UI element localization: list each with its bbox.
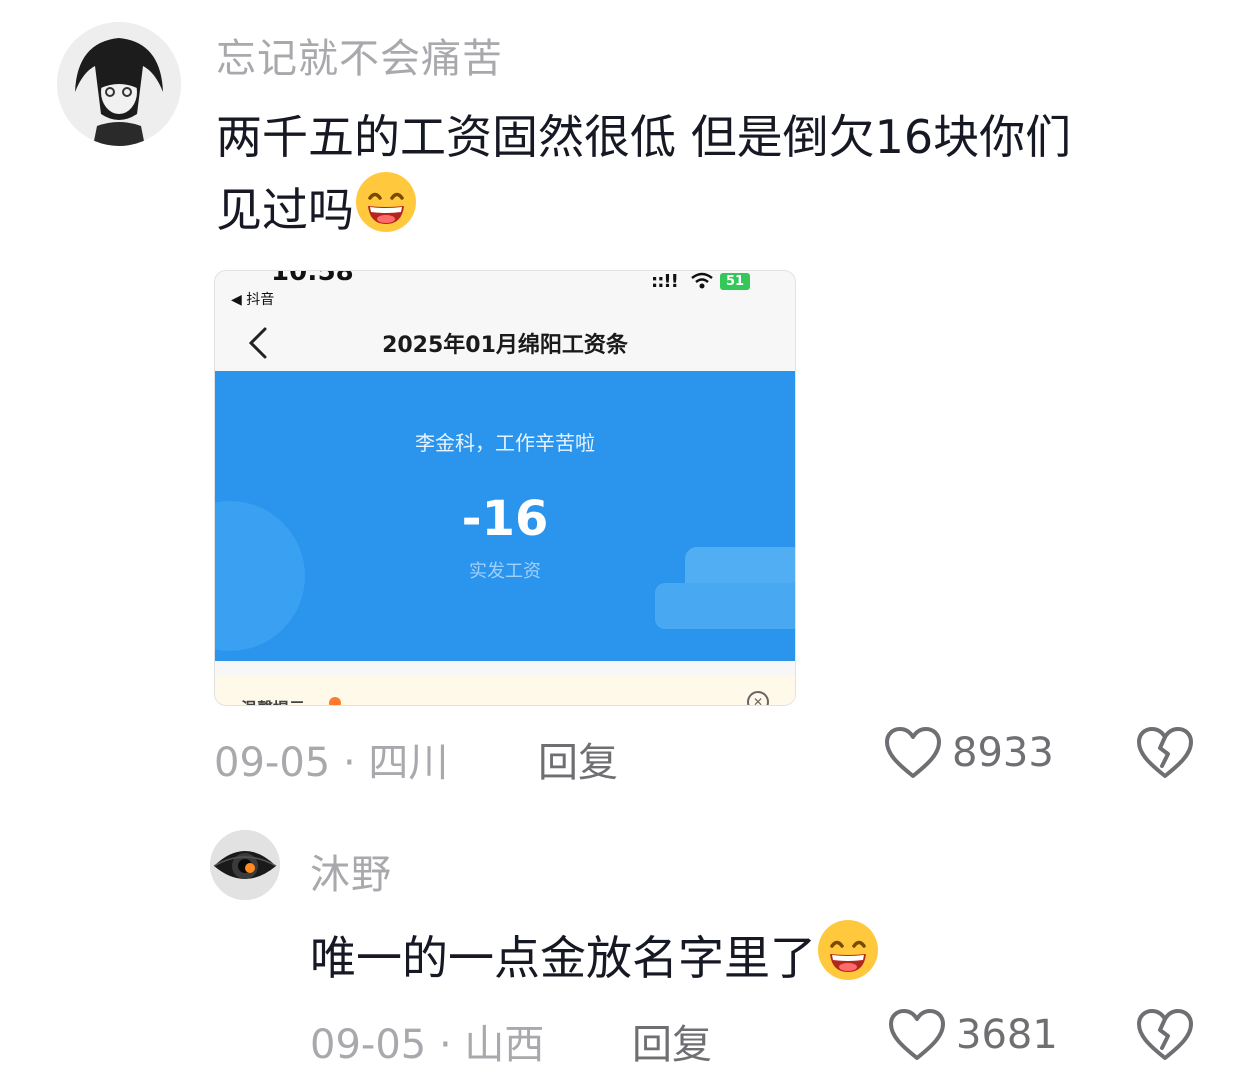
payslip-amount-label: 实发工资	[469, 561, 541, 582]
comment-meta: 09-05 · 山西	[310, 1012, 544, 1070]
signal-icon: ::!!	[651, 271, 679, 292]
embedded-image[interactable]: 10:58 ◀ 抖音 ::!! 51 2025年01月绵阳工资条 李金科，工作辛…	[214, 270, 796, 706]
dislike-button[interactable]	[1136, 1008, 1194, 1062]
close-icon: ✕	[747, 691, 769, 705]
comment-text-body: 唯一的一点金放名字里了	[310, 931, 816, 985]
comment-date: 09-05	[214, 740, 331, 786]
like-button[interactable]	[888, 1008, 946, 1062]
comment-text: 两千五的工资固然很低 但是倒欠16块你们 见过吗	[216, 104, 1196, 243]
comment-text: 唯一的一点金放名字里了	[310, 918, 1210, 991]
comment-date: 09-05	[310, 1022, 427, 1068]
comment-meta: 09-05 · 四川	[214, 730, 448, 788]
comment-location: 四川	[368, 740, 449, 786]
tip-banner: 温馨提示 ✕	[215, 675, 795, 705]
payslip-title: 2025年01月绵阳工资条	[382, 333, 628, 358]
payslip-greeting: 李金科，工作辛苦啦	[415, 431, 595, 455]
tip-label: 温馨提示	[241, 695, 305, 705]
broken-heart-icon	[1137, 727, 1193, 778]
comment-text-line: 两千五的工资固然很低 但是倒欠16块你们	[216, 110, 1072, 164]
battery-icon: 51	[720, 273, 750, 290]
like-count: 3681	[956, 1012, 1058, 1058]
comment-username[interactable]: 忘记就不会痛苦	[216, 26, 503, 84]
status-time: 10:58	[271, 270, 354, 287]
back-to-app: ◀ 抖音	[231, 292, 275, 308]
meta-separator: ·	[438, 1022, 452, 1068]
grin-emoji-icon	[354, 170, 418, 234]
reply-button[interactable]: 回复	[538, 730, 618, 788]
reply-button[interactable]: 回复	[632, 1012, 712, 1070]
heart-outline-icon	[885, 727, 941, 778]
heart-outline-icon	[889, 1009, 945, 1060]
comment-text-line-end: 见过吗	[216, 183, 354, 237]
payslip-amount: -16	[461, 491, 549, 547]
wifi-icon	[691, 272, 713, 295]
card-decoration	[655, 583, 795, 629]
dislike-button[interactable]	[1136, 726, 1194, 780]
tip-dot-icon	[329, 697, 341, 705]
meta-separator: ·	[342, 740, 356, 786]
like-count: 8933	[952, 730, 1054, 776]
avatar[interactable]	[210, 830, 280, 900]
broken-heart-icon	[1137, 1009, 1193, 1060]
avatar[interactable]	[57, 22, 181, 146]
payslip-card: 李金科，工作辛苦啦 -16 实发工资	[215, 371, 795, 661]
status-bar: 10:58 ◀ 抖音 ::!! 51	[215, 271, 795, 315]
comment-text-line-2: 见过吗	[216, 170, 1196, 243]
comment-username[interactable]: 沐野	[310, 842, 392, 900]
like-button[interactable]	[884, 726, 942, 780]
comment-location: 山西	[464, 1022, 545, 1068]
grin-emoji-icon	[816, 918, 880, 982]
